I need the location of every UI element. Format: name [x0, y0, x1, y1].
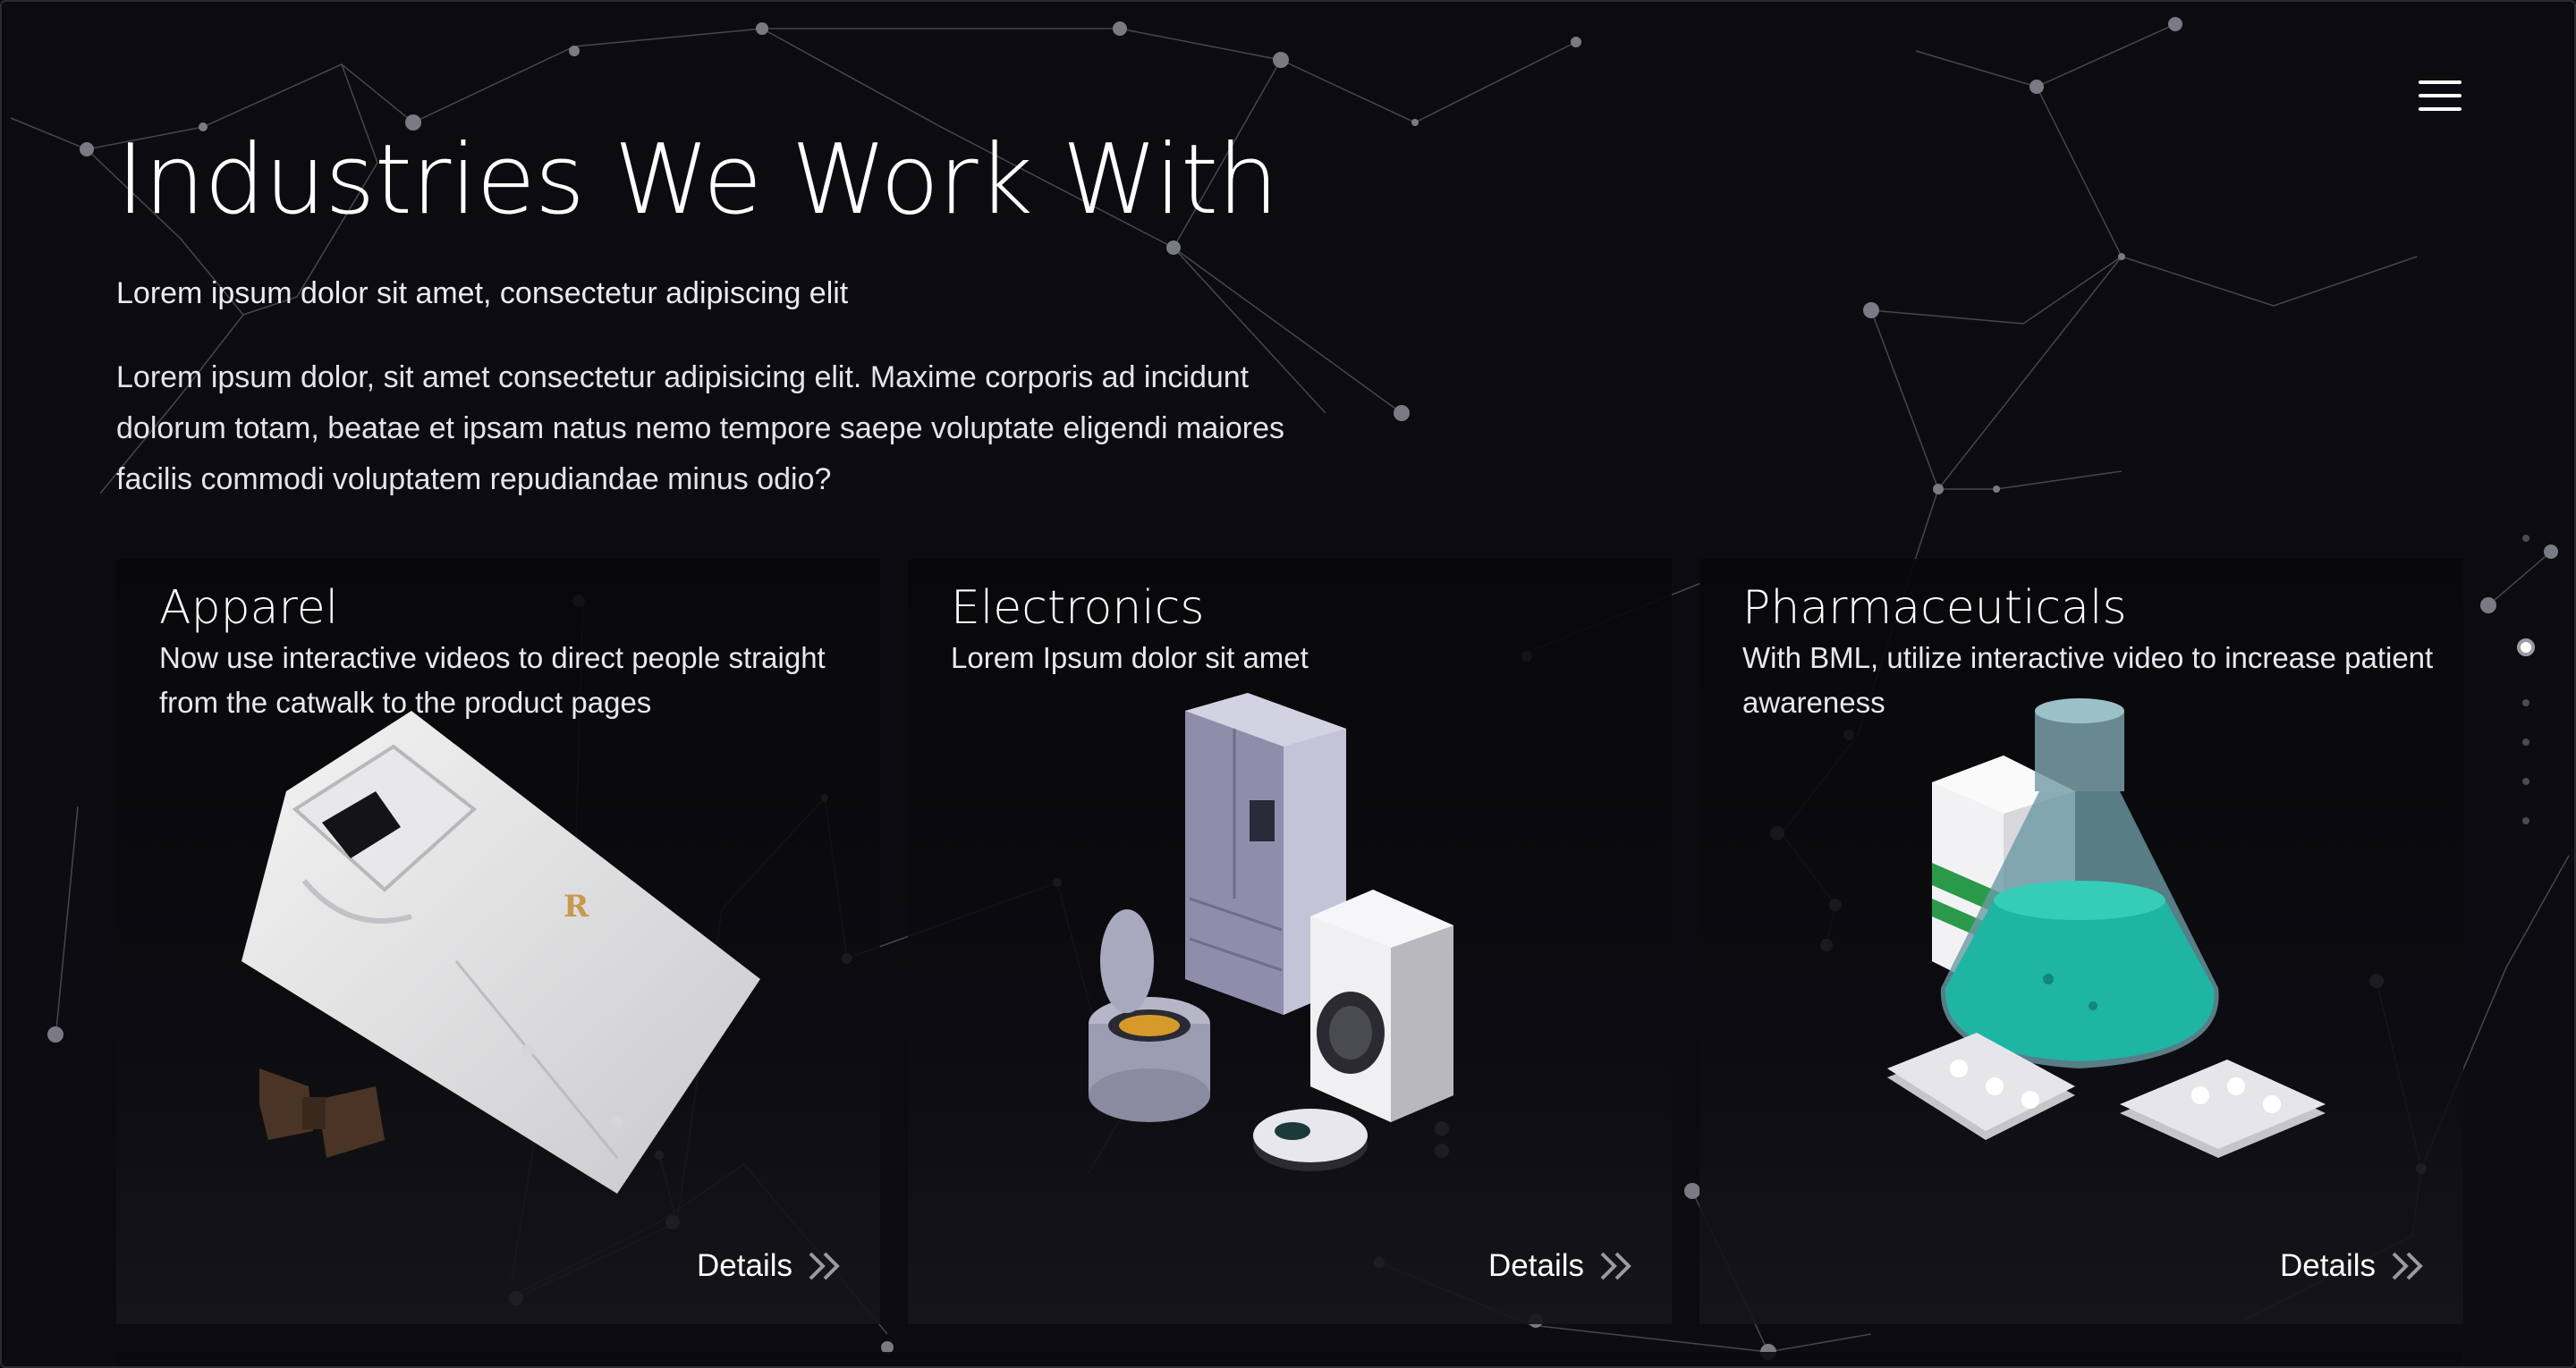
pagination-dot[interactable] [2522, 778, 2529, 785]
details-link[interactable]: Details [1488, 1244, 1634, 1288]
washing-machine-icon [1310, 890, 1453, 1122]
industry-card-apparel[interactable]: Apparel Now use interactive videos to di… [116, 559, 880, 1324]
page-title: Industries We Work With [116, 124, 1279, 236]
card-title: Apparel [159, 581, 339, 635]
pagination-dot[interactable] [2522, 817, 2529, 824]
page-frame: Industries We Work With Lorem ipsum dolo… [0, 0, 2576, 1368]
menu-bar [2419, 80, 2462, 84]
pharmaceuticals-illustration [1887, 698, 2326, 1158]
intro-section: Industries We Work With Lorem ipsum dolo… [116, 127, 1458, 505]
menu-bar [2419, 107, 2462, 111]
page-subtitle: Lorem ipsum dolor sit amet, consectetur … [116, 276, 849, 310]
double-chevron-right-icon [809, 1252, 840, 1280]
section-pagination [2515, 535, 2537, 839]
double-chevron-right-icon [1600, 1252, 1631, 1280]
svg-text:R: R [564, 889, 589, 925]
industry-card-electronics[interactable]: Electronics Lorem Ipsum dolor sit amet D… [908, 559, 1672, 1324]
pagination-dot[interactable] [2522, 699, 2529, 706]
folded-shirt-illustration: R [242, 711, 760, 1194]
pagination-dot[interactable] [2522, 535, 2529, 542]
details-link[interactable]: Details [2280, 1244, 2426, 1288]
double-chevron-right-icon [2392, 1252, 2423, 1280]
industry-card-pharmaceuticals[interactable]: Pharmaceuticals With BML, utilize intera… [1699, 559, 2463, 1324]
menu-bar [2419, 94, 2462, 97]
page-description: Lorem ipsum dolor, sit amet consectetur … [116, 360, 1284, 496]
hamburger-menu-icon[interactable] [2417, 80, 2463, 111]
card-title: Electronics [951, 581, 1205, 635]
pagination-dot[interactable] [2522, 739, 2529, 746]
pagination-dot-active[interactable] [2517, 638, 2535, 656]
details-link[interactable]: Details [697, 1244, 843, 1288]
bow-tie-icon [259, 1068, 385, 1158]
card-description: Lorem Ipsum dolor sit amet [951, 641, 1309, 674]
robot-vacuum-icon [1253, 1109, 1368, 1171]
details-label: Details [1488, 1248, 1584, 1283]
card-title: Pharmaceuticals [1742, 581, 2127, 635]
details-label: Details [2280, 1248, 2376, 1283]
details-label: Details [697, 1248, 792, 1283]
home-appliances-illustration [1089, 693, 1453, 1171]
next-card-row [116, 1352, 2462, 1366]
